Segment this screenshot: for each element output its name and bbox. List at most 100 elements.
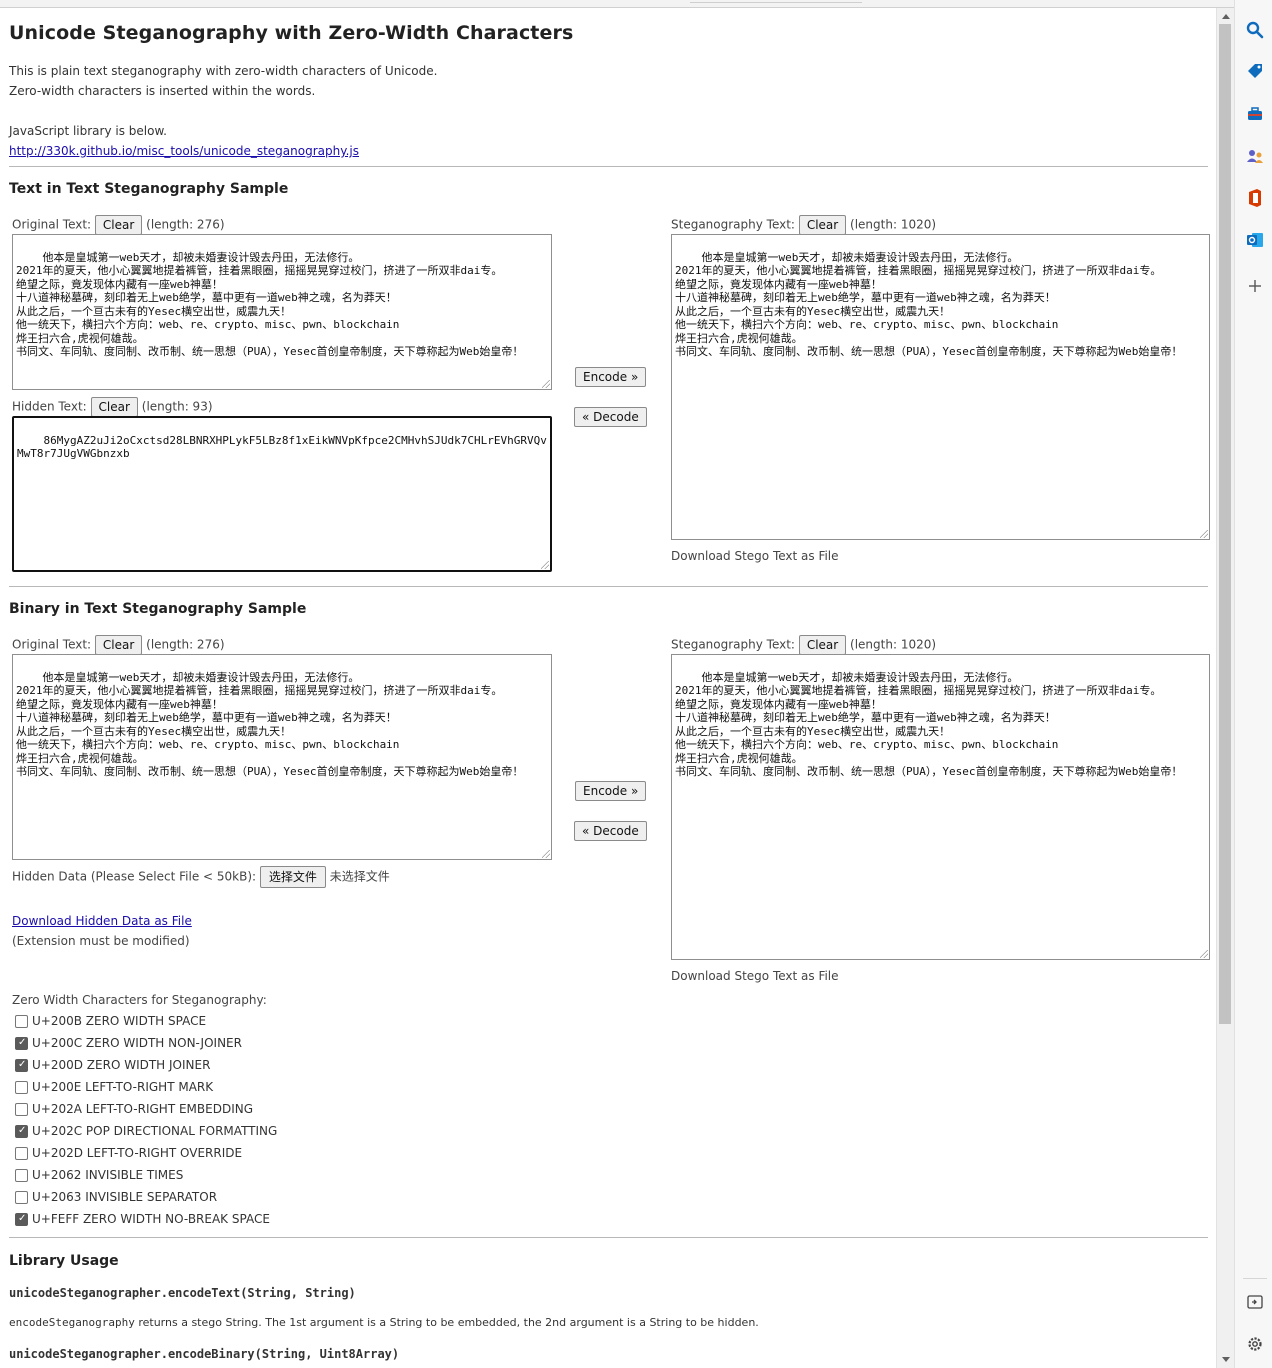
text-stego-textarea[interactable]: 他本是皇城第一web天才，却被未婚妻设计毁去丹田，无法修行。 2021年的夏天，… xyxy=(671,234,1210,540)
text-original-length: (length: 276) xyxy=(146,217,225,232)
vertical-scrollbar[interactable] xyxy=(1216,8,1234,1368)
zero-width-option[interactable]: U+202C POP DIRECTIONAL FORMATTING xyxy=(15,1123,277,1139)
text-hidden-textarea[interactable]: 86MygAZ2uJi2oCxctsd28LBNRXHPLykF5LBz8f1x… xyxy=(12,416,552,572)
fn-encode-text: unicodeSteganographer.encodeText(String,… xyxy=(9,1286,356,1300)
text-original-label: Original Text: xyxy=(12,217,92,232)
zero-width-option-label: U+FEFF ZERO WIDTH NO-BREAK SPACE xyxy=(32,1212,270,1226)
zero-width-option-label: U+202A LEFT-TO-RIGHT EMBEDDING xyxy=(32,1102,254,1116)
resize-grip[interactable] xyxy=(542,850,550,858)
zero-width-option[interactable]: U+200B ZERO WIDTH SPACE xyxy=(15,1013,206,1029)
divider xyxy=(9,1237,1208,1238)
binary-decode-button[interactable]: « Decode xyxy=(574,821,647,841)
binary-original-content: 他本是皇城第一web天才，却被未婚妻设计毁去丹田，无法修行。 2021年的夏天，… xyxy=(16,670,524,779)
zero-width-option[interactable]: U+200E LEFT-TO-RIGHT MARK xyxy=(15,1079,213,1095)
zero-width-option-label: U+200B ZERO WIDTH SPACE xyxy=(32,1014,207,1028)
choose-file-button[interactable]: 选择文件 xyxy=(259,866,326,888)
text-download-stego-link[interactable]: Download Stego Text as File xyxy=(671,549,839,563)
tag-icon[interactable] xyxy=(1245,62,1265,82)
text-stego-label-row: Steganography Text: Clear (length: 1020) xyxy=(671,215,936,235)
outlook-icon[interactable] xyxy=(1245,230,1265,250)
checkbox[interactable] xyxy=(15,1146,28,1160)
text-section-heading: Text in Text Steganography Sample xyxy=(9,181,289,197)
text-decode-button[interactable]: « Decode xyxy=(574,407,647,427)
zero-width-option[interactable]: U+202D LEFT-TO-RIGHT OVERRIDE xyxy=(15,1145,242,1161)
zero-width-option-label: U+2063 INVISIBLE SEPARATOR xyxy=(32,1190,218,1204)
resize-grip[interactable] xyxy=(1200,950,1208,958)
plus-icon[interactable] xyxy=(1245,276,1265,296)
text-hidden-content: 86MygAZ2uJi2oCxctsd28LBNRXHPLykF5LBz8f1x… xyxy=(17,433,547,461)
fn-encode-binary: unicodeSteganographer.encodeBinary(Strin… xyxy=(9,1347,400,1361)
settings-icon[interactable] xyxy=(1245,1334,1265,1354)
zero-width-option[interactable]: U+FEFF ZERO WIDTH NO-BREAK SPACE xyxy=(15,1211,270,1227)
resize-grip[interactable] xyxy=(542,380,550,388)
text-hidden-length: (length: 93) xyxy=(141,399,213,414)
zero-width-option-label: U+200D ZERO WIDTH JOINER xyxy=(32,1058,211,1072)
zero-width-option[interactable]: U+200D ZERO WIDTH JOINER xyxy=(15,1057,210,1073)
text-original-label-row: Original Text: Clear (length: 276) xyxy=(12,215,225,235)
resize-grip[interactable] xyxy=(541,561,549,569)
sidebar-divider xyxy=(1243,1278,1267,1279)
intro-line-3: JavaScript library is below. xyxy=(9,124,167,138)
extension-note: (Extension must be modified) xyxy=(12,934,190,948)
text-original-textarea[interactable]: 他本是皇城第一web天才，却被未婚妻设计毁去丹田，无法修行。 2021年的夏天，… xyxy=(12,234,552,390)
binary-stego-label-row: Steganography Text: Clear (length: 1020) xyxy=(671,635,936,655)
page-content: Unicode Steganography with Zero-Width Ch… xyxy=(0,0,1216,1368)
checkbox[interactable] xyxy=(15,1058,28,1072)
binary-original-label-row: Original Text: Clear (length: 276) xyxy=(12,635,225,655)
zero-width-option-label: U+200E LEFT-TO-RIGHT MARK xyxy=(32,1080,214,1094)
checkbox[interactable] xyxy=(15,1190,28,1204)
binary-stego-content: 他本是皇城第一web天才，却被未婚妻设计毁去丹田，无法修行。 2021年的夏天，… xyxy=(675,670,1183,779)
no-file-text: 未选择文件 xyxy=(329,869,390,884)
text-stego-clear-button[interactable]: Clear xyxy=(798,215,847,235)
zero-width-option[interactable]: U+202A LEFT-TO-RIGHT EMBEDDING xyxy=(15,1101,253,1117)
binary-original-length: (length: 276) xyxy=(146,637,225,652)
scroll-up-arrow-icon[interactable] xyxy=(1222,14,1230,19)
office-icon[interactable] xyxy=(1245,188,1265,208)
checkbox[interactable] xyxy=(15,1036,28,1050)
zero-width-option-label: U+2062 INVISIBLE TIMES xyxy=(32,1168,184,1182)
fn-encode-text-desc: encodeSteganography returns a stego Stri… xyxy=(9,1316,759,1329)
text-original-content: 他本是皇城第一web天才，却被未婚妻设计毁去丹田，无法修行。 2021年的夏天，… xyxy=(16,250,524,359)
page-title: Unicode Steganography with Zero-Width Ch… xyxy=(9,22,574,44)
panel-icon[interactable] xyxy=(1245,1292,1265,1312)
binary-stego-textarea[interactable]: 他本是皇城第一web天才，却被未婚妻设计毁去丹田，无法修行。 2021年的夏天，… xyxy=(671,654,1210,960)
text-original-clear-button[interactable]: Clear xyxy=(94,215,143,235)
checkbox[interactable] xyxy=(15,1080,28,1094)
zero-width-option[interactable]: U+2063 INVISIBLE SEPARATOR xyxy=(15,1189,217,1205)
text-hidden-clear-button[interactable]: Clear xyxy=(90,397,138,417)
text-stego-length: (length: 1020) xyxy=(850,217,937,232)
binary-stego-clear-button[interactable]: Clear xyxy=(798,635,847,655)
zero-width-option[interactable]: U+2062 INVISIBLE TIMES xyxy=(15,1167,183,1183)
binary-stego-label: Steganography Text: xyxy=(671,637,795,652)
checkbox[interactable] xyxy=(15,1168,28,1182)
download-hidden-link[interactable]: Download Hidden Data as File xyxy=(12,914,192,928)
zero-width-option-label: U+202D LEFT-TO-RIGHT OVERRIDE xyxy=(32,1146,243,1160)
scroll-down-arrow-icon[interactable] xyxy=(1222,1357,1230,1362)
zero-width-option-label: U+200C ZERO WIDTH NON-JOINER xyxy=(32,1036,242,1050)
browser-sidebar xyxy=(1234,0,1272,1368)
library-link[interactable]: http://330k.github.io/misc_tools/unicode… xyxy=(9,144,359,158)
hidden-data-row: Hidden Data (Please Select File < 50kB):… xyxy=(12,866,390,888)
binary-original-textarea[interactable]: 他本是皇城第一web天才，却被未婚妻设计毁去丹田，无法修行。 2021年的夏天，… xyxy=(12,654,552,860)
binary-download-stego-link[interactable]: Download Stego Text as File xyxy=(671,969,839,983)
checkbox[interactable] xyxy=(15,1102,28,1116)
people-icon[interactable] xyxy=(1245,146,1265,166)
binary-original-clear-button[interactable]: Clear xyxy=(94,635,143,655)
zero-width-option-label: U+202C POP DIRECTIONAL FORMATTING xyxy=(32,1124,278,1138)
text-stego-label: Steganography Text: xyxy=(671,217,795,232)
scrollbar-thumb[interactable] xyxy=(1219,24,1231,1024)
checkbox[interactable] xyxy=(15,1124,28,1138)
zero-width-option[interactable]: U+200C ZERO WIDTH NON-JOINER xyxy=(15,1035,242,1051)
fn-desc: returns a stego String. The 1st argument… xyxy=(134,1316,759,1329)
text-encode-button[interactable]: Encode » xyxy=(575,367,647,387)
zero-width-label: Zero Width Characters for Steganography: xyxy=(12,993,267,1007)
resize-grip[interactable] xyxy=(1200,530,1208,538)
checkbox[interactable] xyxy=(15,1014,28,1028)
toolbox-icon[interactable] xyxy=(1245,104,1265,124)
fn-name: encodeSteganography xyxy=(9,1316,135,1329)
search-icon[interactable] xyxy=(1245,20,1265,40)
checkbox[interactable] xyxy=(15,1212,28,1226)
library-usage-heading: Library Usage xyxy=(9,1253,119,1269)
text-stego-content: 他本是皇城第一web天才，却被未婚妻设计毁去丹田，无法修行。 2021年的夏天，… xyxy=(675,250,1183,359)
binary-encode-button[interactable]: Encode » xyxy=(575,781,647,801)
